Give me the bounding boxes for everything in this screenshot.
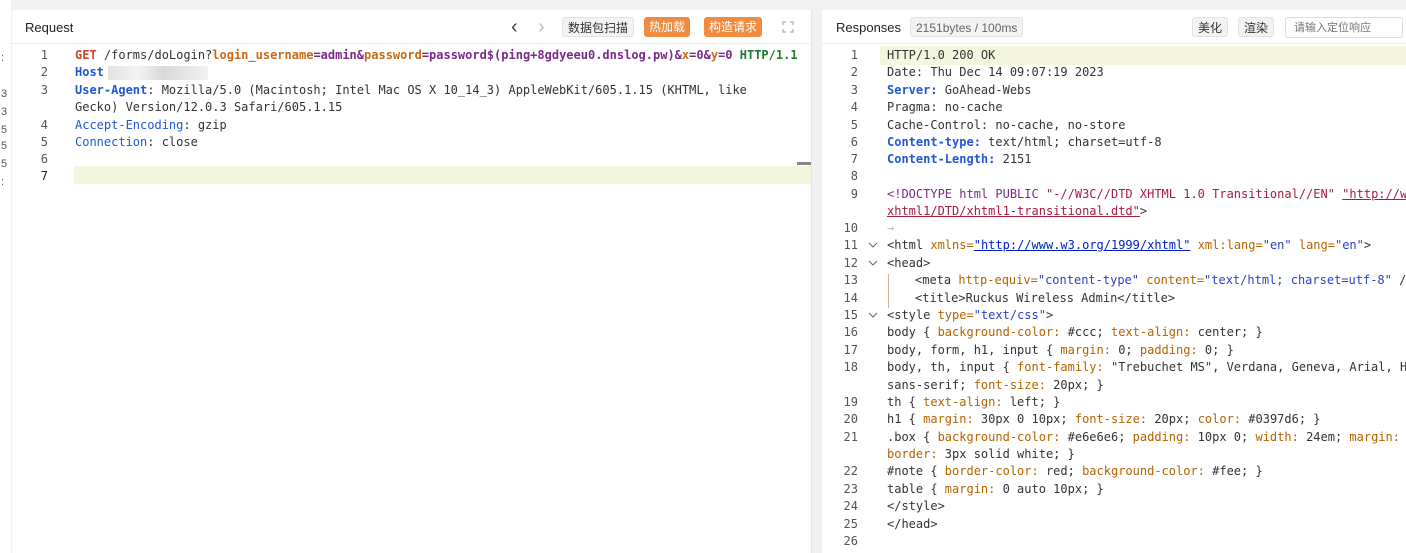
doctype-line: <!DOCTYPE html PUBLIC "-//W3C//DTD XHTML… <box>887 187 1406 201</box>
meta-tag-line: <meta http-equiv="content-type" content=… <box>915 273 1406 287</box>
prev-arrow-icon[interactable]: ‹ <box>511 16 518 39</box>
request-title: Request <box>25 20 74 35</box>
line-number: 18 <box>843 360 858 374</box>
request-line: GET /forms/doLogin?login_username=admin&… <box>75 48 798 62</box>
css-table-rule: table { margin: 0 auto 10px; } <box>887 482 1104 496</box>
css-reset-rule: body, form, h1, input { margin: 0; paddi… <box>887 343 1234 357</box>
host-header-line: Host <box>75 65 208 80</box>
line-number: 26 <box>843 534 858 548</box>
response-meta-badge: 2151bytes / 100ms <box>910 17 1024 37</box>
head-close-line: </head> <box>887 517 938 531</box>
style-open-line: <style type="text/css"> <box>887 308 1054 322</box>
line-number: 3 <box>40 83 48 97</box>
css-box-rule: .box { background-color: #e6e6e6; paddin… <box>887 430 1400 444</box>
line-number: 24 <box>843 499 858 513</box>
line-number: 4 <box>850 100 858 114</box>
css-box-rule-wrap: border: 3px solid white; } <box>887 447 1075 461</box>
edge-char: 5 <box>1 158 8 170</box>
edge-char: : <box>1 176 5 188</box>
response-editor[interactable]: 1 2 3 4 5 6 7 8 9 10 11 12 13 14 15 16 17 18 19 20 21 22 23 24 2… <box>822 46 1406 553</box>
line-number: 11 <box>843 238 858 252</box>
build-request-button[interactable]: 构造请求 <box>704 17 763 37</box>
redacted-host-mask <box>107 65 208 80</box>
edge-char: 5 <box>1 124 8 136</box>
chevron-down-icon[interactable] <box>868 310 878 320</box>
next-arrow-icon[interactable]: › <box>538 16 545 39</box>
line-number: 9 <box>850 187 858 201</box>
css-note-rule: #note { border-color: red; background-co… <box>887 464 1263 478</box>
doctype-line-wrap: xhtml1/DTD/xhtml1-transitional.dtd"> <box>887 204 1148 218</box>
css-body-rule: body { background-color: #ccc; text-alig… <box>887 325 1263 339</box>
line-number: 13 <box>843 273 858 287</box>
line-number: 21 <box>843 430 858 444</box>
request-editor[interactable]: 1 GET /forms/doLogin?login_username=admi… <box>12 48 811 553</box>
edge-char: 3 <box>1 106 8 118</box>
line-number: 25 <box>843 517 858 531</box>
content-type-line: Content-type: text/html; charset=utf-8 <box>887 135 1162 149</box>
server-line: Server: GoAhead-Webs <box>887 83 1032 97</box>
head-open-line: <head> <box>887 256 931 270</box>
html-tag-line: <html xmlns="http://www.w3.org/1999/xhtm… <box>887 238 1372 252</box>
line-number: 1 <box>40 48 48 62</box>
response-search-input[interactable] <box>1285 17 1403 38</box>
title-tag-line: <title>Ruckus Wireless Admin</title> <box>915 291 1176 305</box>
line-number: 2 <box>40 65 48 79</box>
line-number: 14 <box>843 291 858 305</box>
left-edge-strip: : 3 3 5 5 5 : <box>0 0 11 553</box>
line-number: 4 <box>40 118 48 132</box>
edge-char: 5 <box>1 140 8 152</box>
scroll-marker <box>797 162 811 165</box>
request-header: Request ‹ › 数据包扫描 热加载 构造请求 <box>12 10 811 44</box>
content-length-line: Content-Length: 2151 <box>887 152 1032 166</box>
expand-icon[interactable] <box>782 21 794 33</box>
current-line-highlight <box>74 166 811 184</box>
line-number: 22 <box>843 464 858 478</box>
line-number: 6 <box>850 135 858 149</box>
line-number: 3 <box>850 83 858 97</box>
chevron-down-icon[interactable] <box>868 258 878 268</box>
css-h1-rule: h1 { margin: 30px 0 10px; font-size: 20p… <box>887 412 1321 426</box>
status-line: HTTP/1.0 200 OK <box>887 48 996 62</box>
line-number: 5 <box>40 135 48 149</box>
user-agent-line: User-Agent: Mozilla/5.0 (Macintosh; Inte… <box>75 83 747 97</box>
request-panel: Request ‹ › 数据包扫描 热加载 构造请求 1 GET /forms/… <box>12 10 812 553</box>
line-number: 10 <box>843 221 858 235</box>
line-number: 1 <box>850 48 858 62</box>
line-number: 8 <box>850 169 858 183</box>
render-button[interactable]: 渲染 <box>1238 17 1275 37</box>
css-font-rule-wrap: sans-serif; font-size: 20px; } <box>887 378 1104 392</box>
edge-char: 3 <box>1 88 8 100</box>
line-number: 15 <box>843 308 858 322</box>
packet-scan-button[interactable]: 数据包扫描 <box>562 17 635 37</box>
line-number: 12 <box>843 256 858 270</box>
cache-control-line: Cache-Control: no-cache, no-store <box>887 118 1126 132</box>
line-number: 19 <box>843 395 858 409</box>
line-number: 16 <box>843 325 858 339</box>
line-number: 5 <box>850 118 858 132</box>
hot-reload-button[interactable]: 热加载 <box>644 17 691 37</box>
style-close-line: </style> <box>887 499 945 513</box>
indent-guide <box>888 274 889 308</box>
edge-char: : <box>1 52 5 64</box>
pragma-line: Pragma: no-cache <box>887 100 1003 114</box>
response-title: Responses <box>836 20 902 35</box>
chevron-down-icon[interactable] <box>868 240 878 250</box>
accept-encoding-line: Accept-Encoding: gzip <box>75 118 227 132</box>
line-number: 17 <box>843 343 858 357</box>
response-header: Responses 2151bytes / 100ms 美化 渲染 <box>822 10 1406 44</box>
user-agent-line-wrap: Gecko) Version/12.0.3 Safari/605.1.15 <box>75 100 343 114</box>
connection-line: Connection: close <box>75 135 198 149</box>
line-number: 7 <box>850 152 858 166</box>
line-number: 7 <box>40 169 48 183</box>
css-font-rule: body, th, input { font-family: "Trebuche… <box>887 360 1406 374</box>
beautify-button[interactable]: 美化 <box>1192 17 1229 37</box>
response-panel: Responses 2151bytes / 100ms 美化 渲染 123456… <box>822 10 1406 553</box>
date-line: Date: Thu Dec 14 09:07:19 2023 <box>887 65 1104 79</box>
line-number: 20 <box>843 412 858 426</box>
line-number: 23 <box>843 482 858 496</box>
css-th-rule: th { text-align: left; } <box>887 395 1061 409</box>
line-number: 6 <box>40 152 48 166</box>
whitespace-marker: → <box>887 221 895 235</box>
line-number: 2 <box>850 65 858 79</box>
